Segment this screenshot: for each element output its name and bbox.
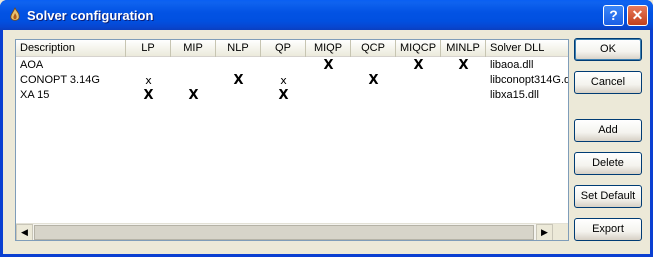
column-header-miqcp[interactable]: MIQCP xyxy=(396,40,441,57)
cell-qp xyxy=(261,58,306,73)
cell-lp: x xyxy=(145,74,152,87)
cell-description: XA 15 xyxy=(20,89,50,101)
cell-miqcp xyxy=(396,73,441,88)
cell-nlp xyxy=(216,58,261,73)
help-button[interactable]: ? xyxy=(603,5,624,26)
cell-solver-dll: libxa15.dll xyxy=(490,89,539,101)
cell-miqp xyxy=(306,73,351,88)
cell-miqcp: X xyxy=(413,58,424,73)
cell-miqp: X xyxy=(323,58,334,73)
cell-description: CONOPT 3.14G xyxy=(20,74,100,86)
cell-minlp xyxy=(441,73,486,88)
column-header-miqp[interactable]: MIQP xyxy=(306,40,351,57)
close-button[interactable]: ✕ xyxy=(627,5,648,26)
table-row[interactable]: CONOPT 3.14G x X x X libconopt314G.dl xyxy=(16,73,568,88)
cancel-button[interactable]: Cancel xyxy=(574,71,642,94)
cell-minlp: X xyxy=(458,58,469,73)
set-default-button[interactable]: Set Default xyxy=(574,185,642,208)
table-row[interactable]: XA 15 X X X libxa15.dll xyxy=(16,88,568,103)
column-header-description[interactable]: Description xyxy=(16,40,126,57)
cell-qcp xyxy=(351,58,396,73)
scroll-right-button[interactable]: ▶ xyxy=(536,224,553,240)
cell-solver-dll: libaoa.dll xyxy=(490,59,534,71)
cell-description: AOA xyxy=(20,59,44,71)
cell-mip xyxy=(171,58,216,73)
column-header-mip[interactable]: MIP xyxy=(171,40,216,57)
cell-miqcp xyxy=(396,88,441,103)
resize-grip-icon xyxy=(553,224,568,240)
cell-nlp xyxy=(216,88,261,103)
cell-qp: x xyxy=(280,74,287,87)
column-header-qp[interactable]: QP xyxy=(261,40,306,57)
solver-list[interactable]: Description LP MIP NLP QP MIQP QCP MIQCP… xyxy=(15,39,569,241)
cell-nlp: X xyxy=(233,73,244,88)
flame-icon xyxy=(10,7,20,21)
export-button[interactable]: Export xyxy=(574,218,642,241)
column-header-solver-dll[interactable]: Solver DLL xyxy=(486,40,568,57)
cell-minlp xyxy=(441,88,486,103)
scroll-thumb[interactable] xyxy=(34,225,534,240)
column-header-minlp[interactable]: MINLP xyxy=(441,40,486,57)
cell-mip: X xyxy=(188,88,199,103)
add-button[interactable]: Add xyxy=(574,119,642,142)
horizontal-scrollbar[interactable]: ◀ ▶ xyxy=(16,223,568,240)
list-header: Description LP MIP NLP QP MIQP QCP MIQCP… xyxy=(16,40,568,57)
cell-lp xyxy=(126,58,171,73)
cell-lp: X xyxy=(143,88,154,103)
window-title: Solver configuration xyxy=(27,8,154,23)
scroll-left-button[interactable]: ◀ xyxy=(16,224,33,240)
dialog-body: Description LP MIP NLP QP MIQP QCP MIQCP… xyxy=(3,30,650,254)
column-header-lp[interactable]: LP xyxy=(126,40,171,57)
cell-qcp xyxy=(351,88,396,103)
table-row[interactable]: AOA X X X libaoa.dll xyxy=(16,58,568,73)
dialog-window: Solver configuration ? ✕ Description LP … xyxy=(0,0,653,257)
column-header-nlp[interactable]: NLP xyxy=(216,40,261,57)
column-header-qcp[interactable]: QCP xyxy=(351,40,396,57)
cell-qp: X xyxy=(278,88,289,103)
title-bar[interactable]: Solver configuration ? ✕ xyxy=(0,0,653,30)
cell-mip xyxy=(171,73,216,88)
cell-solver-dll: libconopt314G.dl xyxy=(490,74,568,86)
cell-qcp: X xyxy=(368,73,379,88)
delete-button[interactable]: Delete xyxy=(574,152,642,175)
ok-button[interactable]: OK xyxy=(574,38,642,61)
cell-miqp xyxy=(306,88,351,103)
